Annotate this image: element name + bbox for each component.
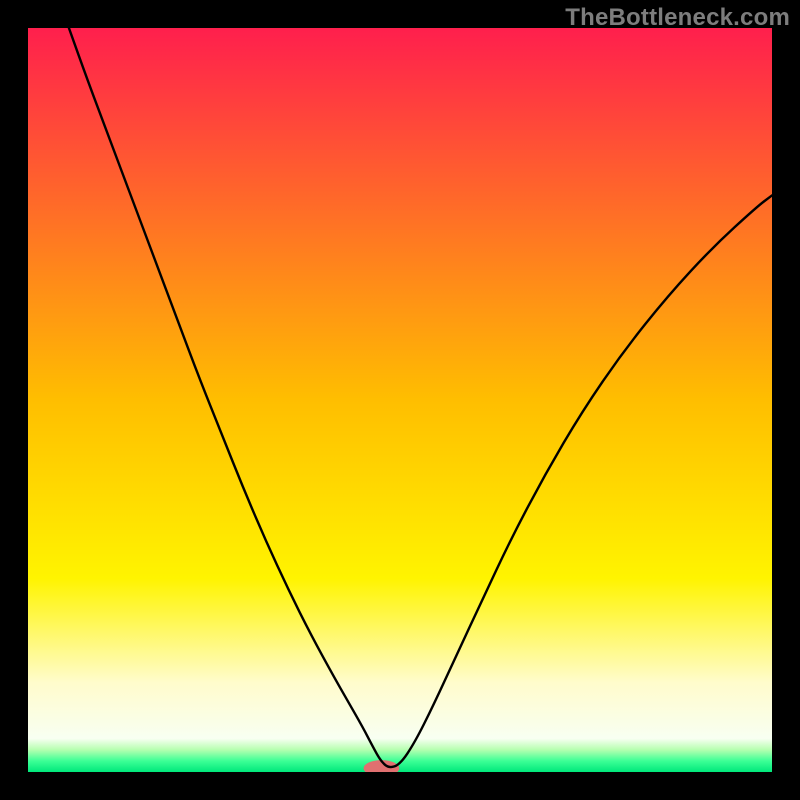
chart-frame: TheBottleneck.com (0, 0, 800, 800)
plot-area (28, 28, 772, 772)
gradient-background (28, 28, 772, 772)
chart-svg (28, 28, 772, 772)
